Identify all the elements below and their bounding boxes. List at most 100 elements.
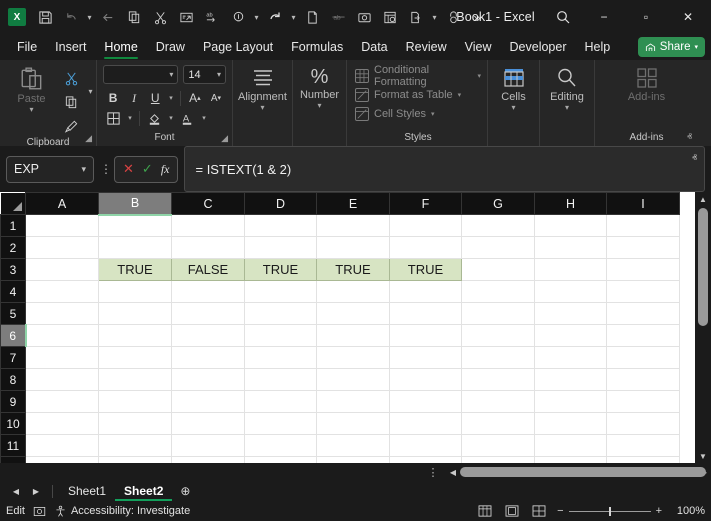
cell-b5[interactable] [98, 302, 172, 325]
cell-b4[interactable] [98, 280, 172, 303]
cell-b6[interactable] [98, 324, 172, 347]
row-header-2[interactable]: 2 [0, 236, 26, 259]
tab-formulas[interactable]: Formulas [282, 34, 352, 60]
cell-a6[interactable] [25, 324, 99, 347]
cell-d6[interactable] [244, 324, 317, 347]
cell-d5[interactable] [244, 302, 317, 325]
format-as-table-caret-icon[interactable]: ▾ [458, 91, 462, 99]
font-color-button[interactable]: A [177, 108, 198, 128]
scroll-up-arrow-icon[interactable]: ▲ [699, 192, 707, 206]
search-icon[interactable] [543, 0, 583, 34]
sheet-tab-sheet2[interactable]: Sheet2 [115, 481, 173, 501]
cell-a10[interactable] [25, 412, 99, 435]
save-icon[interactable] [32, 4, 58, 30]
cell-f11[interactable] [389, 434, 462, 457]
cell-f4[interactable] [389, 280, 462, 303]
accessibility-status[interactable]: Accessibility: Investigate [54, 505, 190, 518]
fill-color-caret-icon[interactable]: ▾ [166, 114, 176, 122]
name-box-caret-icon[interactable]: ▾ [81, 164, 86, 175]
tab-insert[interactable]: Insert [46, 34, 95, 60]
cell-g11[interactable] [461, 434, 535, 457]
cell-f1[interactable] [389, 214, 462, 237]
copy-icon[interactable] [121, 4, 147, 30]
editing-dropdown-caret-icon[interactable]: ▾ [565, 104, 569, 112]
number-dropdown-caret-icon[interactable]: ▾ [317, 102, 321, 110]
horizontal-scroll-track[interactable] [460, 463, 706, 481]
row-header-8[interactable]: 8 [0, 368, 26, 391]
tab-review[interactable]: Review [397, 34, 456, 60]
vertical-scroll-track[interactable] [695, 206, 711, 449]
cell-d12[interactable] [244, 456, 317, 463]
back-arrow-icon[interactable] [95, 4, 121, 30]
cells-button[interactable]: Cells ▾ [490, 64, 538, 112]
tab-home[interactable]: Home [95, 34, 146, 60]
column-header-e[interactable]: E [316, 192, 390, 215]
conditional-formatting-caret-icon[interactable]: ▾ [477, 72, 481, 80]
share-caret-icon[interactable]: ▾ [694, 43, 698, 51]
cell-i1[interactable] [606, 214, 680, 237]
enter-formula-button[interactable]: ✓ [142, 161, 153, 177]
font-size-input[interactable]: 14 ▾ [183, 65, 226, 84]
open-recent-dropdown-caret-icon[interactable]: ▾ [429, 4, 440, 30]
undo-icon[interactable] [58, 4, 84, 30]
cell-g5[interactable] [461, 302, 535, 325]
borders-button[interactable] [103, 108, 124, 128]
insert-function-button[interactable]: fx [161, 162, 170, 177]
tab-help[interactable]: Help [576, 34, 620, 60]
cell-d1[interactable] [244, 214, 317, 237]
paste-dropdown-caret-icon[interactable]: ▾ [29, 106, 33, 114]
cell-e12[interactable] [316, 456, 390, 463]
cell-h7[interactable] [534, 346, 607, 369]
alignment-dropdown-caret-icon[interactable]: ▾ [260, 104, 264, 112]
cut-scissors-icon[interactable] [147, 4, 173, 30]
record-macro-button[interactable] [33, 505, 46, 518]
cell-g8[interactable] [461, 368, 535, 391]
split-handle-icon[interactable]: ⋮ [420, 466, 446, 479]
cell-e4[interactable] [316, 280, 390, 303]
cell-f10[interactable] [389, 412, 462, 435]
cell-a2[interactable] [25, 236, 99, 259]
paste-button[interactable]: Paste ▾ [6, 64, 57, 114]
row-header-5[interactable]: 5 [0, 302, 26, 325]
cell-i9[interactable] [606, 390, 680, 413]
cell-c2[interactable] [171, 236, 245, 259]
cell-e11[interactable] [316, 434, 390, 457]
cell-e3[interactable]: TRUE [316, 258, 390, 281]
underline-caret-icon[interactable]: ▾ [166, 94, 176, 102]
column-header-c[interactable]: C [171, 192, 245, 215]
zoom-slider-track[interactable] [568, 506, 651, 516]
vertical-scrollbar[interactable]: ▲ ▼ [695, 192, 711, 463]
minimize-button[interactable]: − [583, 0, 625, 34]
cell-b8[interactable] [98, 368, 172, 391]
cell-f5[interactable] [389, 302, 462, 325]
cell-g7[interactable] [461, 346, 535, 369]
tab-file[interactable]: File [8, 34, 46, 60]
touch-mode-icon[interactable] [225, 4, 251, 30]
cell-a11[interactable] [25, 434, 99, 457]
row-header-10[interactable]: 10 [0, 412, 26, 435]
row-header-12[interactable]: 12 [0, 456, 26, 463]
share-button[interactable]: Share ▾ [637, 37, 705, 57]
cell-d3[interactable]: TRUE [244, 258, 317, 281]
cell-g9[interactable] [461, 390, 535, 413]
cell-b9[interactable] [98, 390, 172, 413]
strikethrough-icon[interactable]: ab [325, 4, 351, 30]
cell-c4[interactable] [171, 280, 245, 303]
format-painter-button[interactable] [59, 115, 83, 137]
cell-e1[interactable] [316, 214, 390, 237]
spelling-icon[interactable]: ab [199, 4, 225, 30]
sheet-tab-sheet1[interactable]: Sheet1 [59, 481, 115, 501]
clipboard-dialog-launcher-icon[interactable]: ◢ [85, 133, 92, 144]
cut-button[interactable] [59, 67, 83, 89]
zoom-in-button[interactable]: + [656, 505, 662, 517]
cell-a9[interactable] [25, 390, 99, 413]
cell-f3[interactable]: TRUE [389, 258, 462, 281]
zoom-slider-handle[interactable] [608, 506, 611, 516]
undo-dropdown-caret-icon[interactable]: ▾ [84, 4, 95, 30]
cell-d9[interactable] [244, 390, 317, 413]
cell-i4[interactable] [606, 280, 680, 303]
cell-b1[interactable] [98, 214, 172, 237]
cell-i6[interactable] [606, 324, 680, 347]
alignment-button[interactable]: Alignment ▾ [235, 64, 291, 112]
editing-button[interactable]: Editing ▾ [541, 64, 593, 112]
